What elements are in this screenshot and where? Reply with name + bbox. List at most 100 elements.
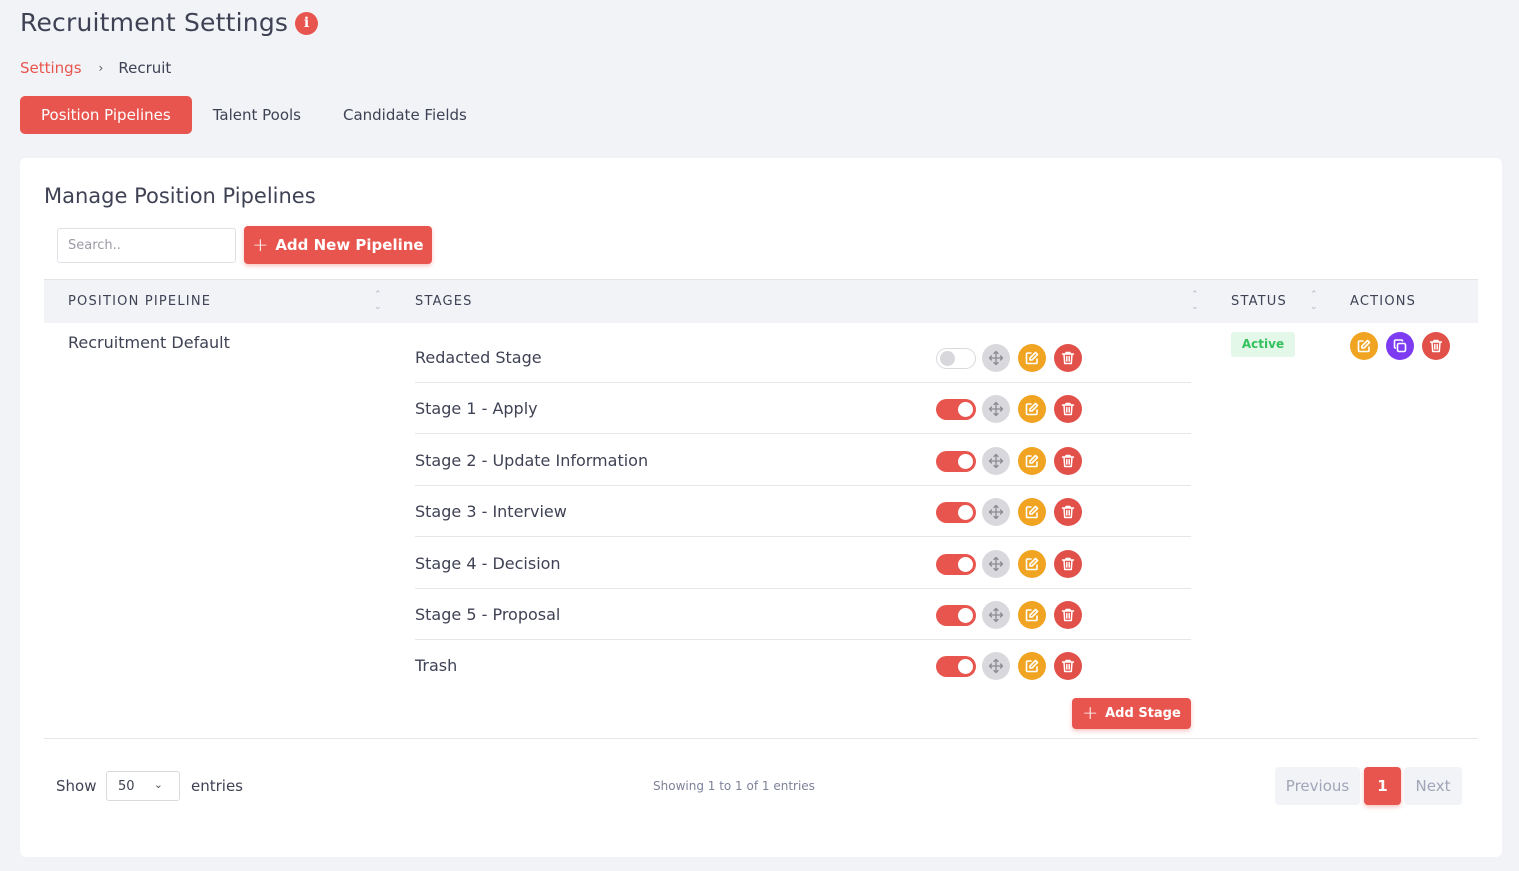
move-stage-button[interactable] <box>982 446 1010 475</box>
move-icon <box>988 659 1004 674</box>
stage-name: Stage 1 - Apply <box>415 399 538 419</box>
delete-pipeline-button[interactable] <box>1422 332 1450 360</box>
edit-stage-button[interactable] <box>1018 344 1046 372</box>
move-stage-button[interactable] <box>982 549 1010 578</box>
delete-stage-button[interactable] <box>1054 601 1082 629</box>
info-icon[interactable]: i <box>295 12 318 35</box>
tab-position-pipelines[interactable]: Position Pipelines <box>20 96 192 134</box>
stage-name: Stage 5 - Proposal <box>415 605 561 624</box>
add-new-pipeline-label: Add New Pipeline <box>275 236 424 254</box>
trash-icon <box>1061 660 1075 673</box>
edit-stage-button[interactable] <box>1018 652 1046 681</box>
move-icon <box>988 350 1004 366</box>
move-icon <box>988 453 1004 468</box>
move-stage-button[interactable] <box>982 498 1010 527</box>
edit-icon <box>1025 505 1039 519</box>
show-label: Show <box>56 777 97 795</box>
stage-name: Stage 2 - Update Information <box>415 450 649 470</box>
trash-icon <box>1061 557 1075 570</box>
header-status[interactable]: STATUS <box>1231 294 1287 309</box>
breadcrumb-current: Recruit <box>118 59 172 77</box>
sort-icon[interactable]: ⌃ ⌄ <box>1191 289 1199 313</box>
stage-toggle[interactable] <box>936 656 976 678</box>
stage-name: Stage 4 - Decision <box>415 553 561 573</box>
trash-icon <box>1061 454 1075 468</box>
stage-toggle[interactable] <box>936 553 976 575</box>
edit-stage-button[interactable] <box>1018 601 1046 629</box>
stage-row: Stage 3 - Interview <box>415 486 1191 538</box>
search-input[interactable] <box>57 228 236 263</box>
breadcrumb-settings-link[interactable]: Settings <box>20 59 82 77</box>
toggle-knob <box>958 402 973 418</box>
move-icon <box>988 505 1004 520</box>
entries-select-value: 50 <box>118 779 135 794</box>
edit-stage-button[interactable] <box>1018 395 1046 424</box>
copy-pipeline-button[interactable] <box>1386 332 1414 360</box>
showing-entries-text: Showing 1 to 1 of 1 entries <box>653 779 815 793</box>
pagination-next[interactable]: Next <box>1404 767 1462 805</box>
edit-icon <box>1357 339 1371 353</box>
add-stage-button[interactable]: + Add Stage <box>1072 698 1191 729</box>
pipelines-card: Manage Position Pipelines + Add New Pipe… <box>20 158 1502 857</box>
delete-stage-button[interactable] <box>1054 549 1082 578</box>
stage-toggle[interactable] <box>936 502 976 524</box>
edit-icon <box>1025 454 1039 468</box>
toggle-knob <box>958 659 973 675</box>
entries-select[interactable]: 50 ⌄ <box>106 771 180 801</box>
move-stage-button[interactable] <box>982 652 1010 681</box>
entries-label: entries <box>191 777 243 795</box>
toggle-knob <box>958 505 973 521</box>
stage-row: Stage 4 - Decision <box>415 538 1191 589</box>
status-badge: Active <box>1231 332 1295 357</box>
delete-stage-button[interactable] <box>1054 344 1082 372</box>
stage-toggle[interactable] <box>936 348 976 369</box>
sort-icon[interactable]: ⌃ ⌄ <box>374 289 382 313</box>
stage-toggle[interactable] <box>936 605 976 626</box>
pipeline-name: Recruitment Default <box>68 333 230 352</box>
toggle-knob <box>940 351 955 366</box>
stage-row: Stage 1 - Apply <box>415 383 1191 435</box>
stage-toggle[interactable] <box>936 450 976 472</box>
edit-icon <box>1025 403 1039 416</box>
settings-tabs: Position Pipelines Talent Pools Candidat… <box>20 96 488 134</box>
pagination-previous[interactable]: Previous <box>1275 767 1360 805</box>
stage-row: Stage 5 - Proposal <box>415 589 1191 640</box>
stage-name: Redacted Stage <box>415 348 542 367</box>
page-title: Recruitment Settings <box>20 8 289 37</box>
trash-icon <box>1061 608 1075 622</box>
header-actions: ACTIONS <box>1350 294 1417 309</box>
header-stages[interactable]: STAGES <box>415 294 473 309</box>
delete-stage-button[interactable] <box>1054 446 1082 475</box>
edit-icon <box>1025 660 1039 673</box>
move-stage-button[interactable] <box>982 395 1010 424</box>
sort-icon[interactable]: ⌃ ⌄ <box>1310 289 1318 313</box>
edit-stage-button[interactable] <box>1018 498 1046 527</box>
move-icon <box>988 556 1004 571</box>
header-position-pipeline[interactable]: POSITION PIPELINE <box>68 294 211 309</box>
breadcrumb: Settings › Recruit <box>20 59 171 77</box>
delete-stage-button[interactable] <box>1054 652 1082 681</box>
tab-candidate-fields[interactable]: Candidate Fields <box>322 96 488 134</box>
trash-icon <box>1061 403 1075 416</box>
trash-icon <box>1061 351 1075 365</box>
stage-toggle[interactable] <box>936 399 976 421</box>
chevron-down-icon: ⌄ <box>153 778 163 791</box>
move-stage-button[interactable] <box>982 601 1010 629</box>
add-stage-label: Add Stage <box>1105 706 1181 721</box>
toggle-knob <box>958 556 973 572</box>
stage-row: Stage 2 - Update Information <box>415 435 1191 486</box>
delete-stage-button[interactable] <box>1054 498 1082 527</box>
move-stage-button[interactable] <box>982 344 1010 372</box>
pagination-page-1[interactable]: 1 <box>1364 767 1401 805</box>
edit-icon <box>1025 608 1039 622</box>
toggle-knob <box>958 608 973 623</box>
add-new-pipeline-button[interactable]: + Add New Pipeline <box>244 226 432 264</box>
edit-pipeline-button[interactable] <box>1350 332 1378 360</box>
edit-stage-button[interactable] <box>1018 446 1046 475</box>
table-footer-divider <box>44 738 1478 739</box>
tab-talent-pools[interactable]: Talent Pools <box>192 96 322 134</box>
delete-stage-button[interactable] <box>1054 395 1082 424</box>
stage-row: Trash <box>415 640 1191 691</box>
edit-stage-button[interactable] <box>1018 549 1046 578</box>
plus-icon: + <box>1082 702 1099 724</box>
